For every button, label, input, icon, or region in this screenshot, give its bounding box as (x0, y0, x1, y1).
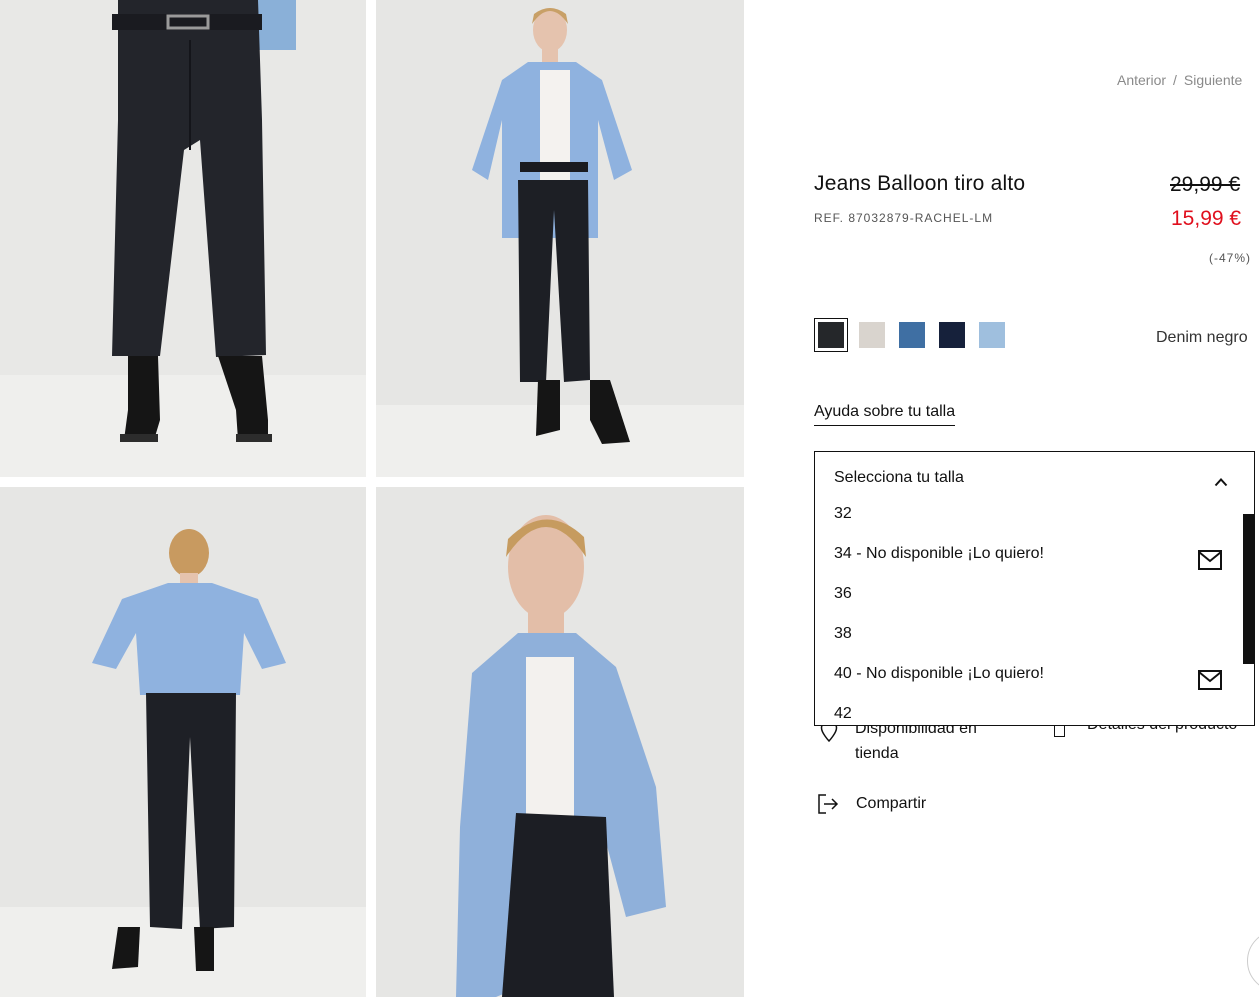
photo-illustration (376, 487, 744, 997)
size-option[interactable]: 38 (815, 616, 1254, 656)
size-select-header[interactable]: Selecciona tu talla (815, 452, 1254, 502)
product-photo-jeans-closeup[interactable] (0, 0, 366, 477)
pager-separator: / (1173, 72, 1177, 88)
size-option[interactable]: 36 (815, 576, 1254, 616)
product-pager: Anterior / Siguiente (1117, 72, 1242, 88)
size-option[interactable]: 42 (815, 696, 1254, 725)
size-option[interactable]: 34 - No disponible ¡Lo quiero! (815, 536, 1254, 576)
mail-icon[interactable] (1198, 550, 1222, 570)
original-price: 29,99 € (1170, 173, 1241, 196)
chevron-up-icon[interactable] (1214, 477, 1228, 487)
product-photo-full-body-front[interactable] (376, 0, 744, 477)
photo-illustration (0, 0, 366, 477)
share-button[interactable]: Compartir (816, 792, 926, 816)
size-option-label: 42 (834, 705, 852, 722)
size-option-label: 38 (834, 625, 852, 642)
photo-illustration (0, 487, 366, 997)
size-help-link[interactable]: Ayuda sobre tu talla (814, 403, 956, 426)
size-select-placeholder: Selecciona tu talla (834, 469, 964, 486)
share-label: Compartir (856, 795, 927, 812)
product-reference: REF. 87032879-RACHEL-LM (814, 211, 994, 225)
size-option-label: 34 - No disponible ¡Lo quiero! (834, 545, 1044, 562)
selected-color-name: Denim negro (1156, 329, 1248, 346)
color-swatch-denim-negro[interactable] (814, 318, 848, 352)
color-swatch-beige[interactable] (859, 322, 885, 348)
dropdown-scrollbar[interactable] (1243, 514, 1254, 664)
chat-button[interactable] (1247, 930, 1259, 992)
discount-percentage: (-47%) (1209, 251, 1252, 265)
size-option-label: 32 (834, 505, 852, 522)
size-option[interactable]: 32 (815, 496, 1254, 536)
pager-previous-link[interactable]: Anterior (1117, 72, 1166, 88)
size-option[interactable]: 40 - No disponible ¡Lo quiero! (815, 656, 1254, 696)
product-photo-full-body-back[interactable] (0, 487, 366, 997)
color-swatch-navy[interactable] (939, 322, 965, 348)
pager-next-link[interactable]: Siguiente (1184, 72, 1242, 88)
sale-price: 15,99 € (1171, 207, 1242, 230)
product-title: Jeans Balloon tiro alto (814, 172, 1026, 195)
share-icon (818, 794, 839, 814)
photo-illustration (376, 0, 744, 477)
size-option-list: 32 34 - No disponible ¡Lo quiero! 36 38 40 -… (815, 496, 1254, 725)
product-photo-portrait-shirt[interactable] (376, 487, 744, 997)
size-option-label: 36 (834, 585, 852, 602)
color-swatch-medium-blue[interactable] (899, 322, 925, 348)
product-page: Anterior / Siguiente Jeans Balloon tiro al… (0, 0, 1259, 997)
size-option-label: 40 - No disponible ¡Lo quiero! (834, 665, 1044, 682)
mail-icon[interactable] (1198, 670, 1222, 690)
color-swatch-light-blue[interactable] (979, 322, 1005, 348)
size-select-dropdown[interactable]: Selecciona tu talla 32 34 - No disponible… (814, 451, 1255, 726)
